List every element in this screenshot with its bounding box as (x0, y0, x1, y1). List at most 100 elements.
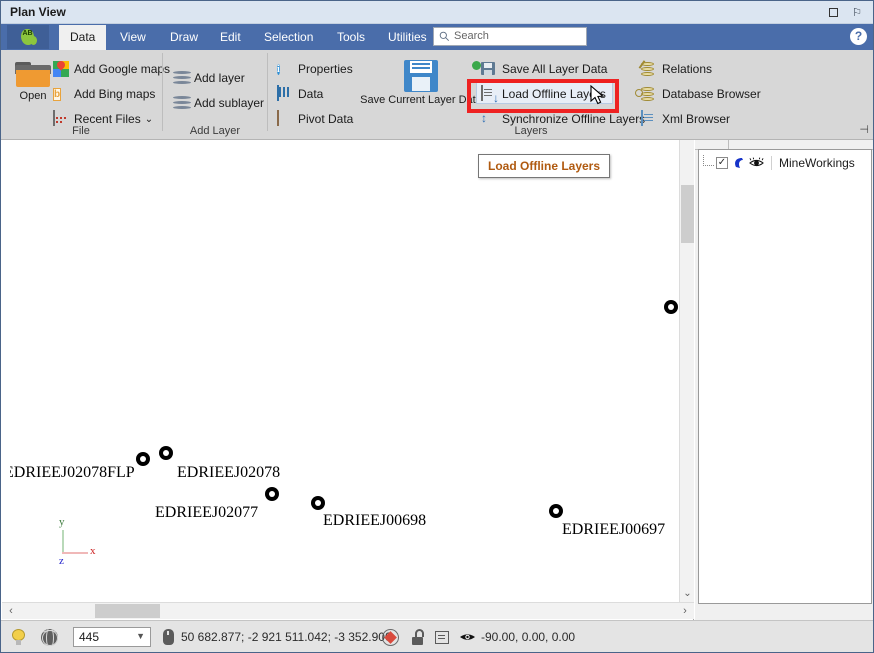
add-google-maps-button[interactable]: Add Google maps (53, 58, 170, 80)
globe-network-icon (41, 629, 58, 646)
tooltip-text: Load Offline Layers (488, 159, 600, 173)
scroll-right-arrow-icon[interactable]: › (678, 603, 692, 619)
tab-view[interactable]: View (109, 25, 157, 50)
search-placeholder: Search (454, 30, 489, 42)
map-point-marker[interactable] (664, 300, 678, 314)
tab-selection[interactable]: Selection (253, 25, 324, 50)
layers-panel: ✓ MineWorkings (695, 140, 874, 621)
tab-data[interactable]: Data (59, 25, 106, 50)
map-point-marker[interactable] (265, 487, 279, 501)
search-input[interactable]: Search (433, 27, 587, 46)
ribbon-body: Open Add Google maps b Add Bing maps (1, 50, 874, 140)
coordinates-text: 50 682.877; -2 921 511.042; -3 352.900 (181, 630, 392, 644)
chevron-down-icon[interactable]: ▼ (136, 631, 145, 641)
properties-label: Properties (298, 62, 353, 76)
compass-icon (382, 629, 399, 646)
layers-icon (173, 71, 189, 85)
note-button[interactable] (435, 621, 449, 653)
open-folder-icon (15, 60, 51, 88)
axis-indicator: y x z (48, 522, 106, 574)
canvas-vertical-scrollbar[interactable]: ⌄ (679, 140, 694, 602)
scale-combo[interactable]: 445 ▼ (73, 627, 151, 647)
application-window: Plan View ⚐ AB Data View Draw Edit Selec… (0, 0, 874, 653)
save-all-layer-data-button[interactable]: Save All Layer Data (481, 58, 607, 80)
plan-view-canvas-panel[interactable]: y x z EDRIEEJ02078FLP EDRIEEJ02078 EDRIE… (2, 140, 694, 621)
map-point-marker[interactable] (136, 452, 150, 466)
globe-button[interactable] (41, 621, 58, 653)
tab-tools[interactable]: Tools (326, 25, 376, 50)
ribbon-group-file-label: File (1, 125, 161, 137)
point-label: EDRIEEJ02078FLP (10, 464, 135, 482)
plan-view-canvas[interactable]: y x z EDRIEEJ02078FLP EDRIEEJ02078 EDRIE… (10, 140, 678, 602)
synchronize-offline-layers-label: Synchronize Offline Layers (502, 112, 645, 126)
map-point-marker[interactable] (311, 496, 325, 510)
tab-draw[interactable]: Draw (159, 25, 209, 50)
data-button[interactable]: Data (277, 83, 323, 105)
app-logo-text: AB (23, 30, 33, 37)
orientation-readout: -90.00, 0.00, 0.00 (481, 621, 575, 653)
pin-window-icon[interactable]: ⚐ (849, 4, 865, 20)
pin-ribbon-icon[interactable]: ⊣ (859, 123, 869, 136)
xml-browser-label: Xml Browser (662, 112, 730, 126)
note-icon (435, 631, 449, 644)
title-bar: Plan View ⚐ (1, 1, 874, 24)
visibility-eye-icon[interactable] (749, 157, 764, 169)
tab-utilities[interactable]: Utilities (377, 25, 438, 50)
help-button[interactable]: ? (850, 28, 867, 45)
orientation-text: -90.00, 0.00, 0.00 (481, 630, 575, 644)
database-browser-button[interactable]: Database Browser (641, 83, 761, 105)
recent-files-label: Recent Files (74, 112, 141, 126)
add-google-maps-label: Add Google maps (74, 62, 170, 76)
open-button[interactable]: Open (9, 60, 57, 102)
window-title: Plan View (10, 5, 66, 19)
chevron-down-icon[interactable]: ⌄ (145, 114, 153, 125)
tree-elbow-icon (703, 155, 714, 166)
mouse-cursor-icon (590, 85, 606, 107)
add-sublayer-label: Add sublayer (194, 96, 264, 110)
add-layer-button[interactable]: Add layer (173, 67, 245, 89)
compass-button[interactable] (382, 621, 399, 653)
tab-edit[interactable]: Edit (209, 25, 252, 50)
status-bar: 445 ▼ 50 682.877; -2 921 511.042; -3 352… (1, 620, 873, 652)
layer-name: MineWorkings (771, 156, 855, 170)
database-browser-icon (641, 86, 657, 102)
save-current-layer-data-label: Save Current Layer Data (360, 94, 482, 106)
properties-button[interactable]: i Properties (277, 58, 353, 80)
ribbon-tab-strip: AB Data View Draw Edit Selection Tools U… (1, 24, 874, 50)
point-label: EDRIEEJ02078 (177, 464, 280, 482)
add-sublayer-button[interactable]: Add sublayer (173, 92, 264, 114)
layer-tree-item-mineworkings[interactable]: ✓ MineWorkings (703, 154, 855, 171)
polyline-icon (731, 156, 747, 170)
scroll-down-arrow-icon[interactable]: ⌄ (680, 586, 695, 602)
scroll-left-arrow-icon[interactable]: ‹ (4, 603, 18, 619)
map-point-marker[interactable] (159, 446, 173, 460)
google-maps-icon (53, 61, 69, 77)
lock-button[interactable] (412, 621, 425, 653)
layer-visibility-checkbox[interactable]: ✓ (716, 157, 728, 169)
axis-z-label: z (59, 555, 64, 567)
axis-y-label: y (59, 516, 65, 528)
orientation-eye-button[interactable] (459, 621, 476, 653)
coordinates-readout: 50 682.877; -2 921 511.042; -3 352.900 (181, 621, 392, 653)
lightbulb-button[interactable] (11, 621, 26, 653)
relations-button[interactable]: Relations (641, 58, 712, 80)
relations-label: Relations (662, 62, 712, 76)
tooltip: Load Offline Layers (478, 154, 610, 178)
vertical-scroll-thumb[interactable] (681, 185, 694, 243)
maximize-button[interactable] (825, 4, 841, 20)
app-menu-button[interactable]: AB (7, 25, 49, 49)
map-point-marker[interactable] (549, 504, 563, 518)
mouse-position-indicator (163, 621, 174, 653)
app-globe-icon: AB (19, 28, 38, 46)
layers-icon (173, 96, 189, 110)
horizontal-scroll-thumb[interactable] (95, 604, 160, 618)
relations-icon (641, 61, 657, 77)
axis-x-label: x (90, 545, 96, 557)
layers-tree[interactable]: ✓ MineWorkings (698, 149, 872, 604)
open-button-label: Open (20, 90, 47, 102)
canvas-horizontal-scrollbar[interactable]: ‹ › (2, 602, 694, 619)
add-bing-maps-button[interactable]: b Add Bing maps (53, 83, 155, 105)
point-label: EDRIEEJ00697 (562, 521, 665, 539)
add-layer-label: Add layer (194, 71, 245, 85)
eye-icon (459, 631, 476, 643)
